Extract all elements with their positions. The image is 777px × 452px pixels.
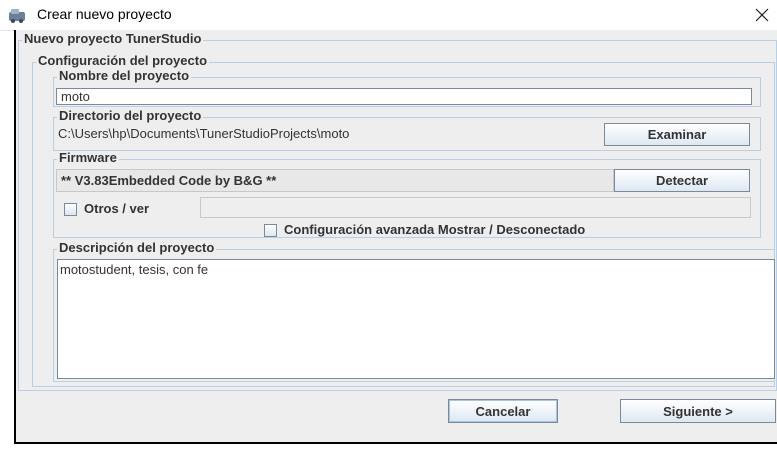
title-bar: Crear nuevo proyecto <box>0 0 777 31</box>
cancel-button[interactable]: Cancelar <box>448 399 558 423</box>
project-dir-legend: Directorio del proyecto <box>57 108 204 123</box>
browse-button[interactable]: Examinar <box>604 123 750 146</box>
advanced-config-label: Configuración avanzada Mostrar / Descone… <box>284 222 586 237</box>
project-name-input[interactable]: moto <box>56 88 752 105</box>
outer-group-legend: Nuevo proyecto TunerStudio <box>22 31 204 46</box>
advanced-config-checkbox[interactable] <box>264 224 277 237</box>
config-group-legend: Configuración del proyecto <box>36 53 210 68</box>
other-version-label: Otros / ver <box>84 201 150 216</box>
tunerstudio-app-icon <box>9 9 25 23</box>
dialog-body: Nuevo proyecto TunerStudio Configuración… <box>14 30 777 444</box>
window-title: Crear nuevo proyecto <box>37 6 172 22</box>
project-name-legend: Nombre del proyecto <box>57 68 192 83</box>
detect-button[interactable]: Detectar <box>614 169 750 192</box>
next-button[interactable]: Siguiente > <box>620 399 776 423</box>
description-legend: Descripción del proyecto <box>57 240 217 255</box>
close-button[interactable] <box>747 0 777 30</box>
other-version-checkbox[interactable] <box>64 203 77 216</box>
firmware-legend: Firmware <box>57 150 119 165</box>
other-version-input[interactable] <box>200 197 751 218</box>
project-dir-path: C:\Users\hp\Documents\TunerStudioProject… <box>58 126 350 141</box>
firmware-value: ** V3.83Embedded Code by B&G ** <box>56 169 614 192</box>
description-textarea[interactable]: motostudent, tesis, con fe <box>57 259 775 379</box>
close-icon <box>755 8 769 22</box>
